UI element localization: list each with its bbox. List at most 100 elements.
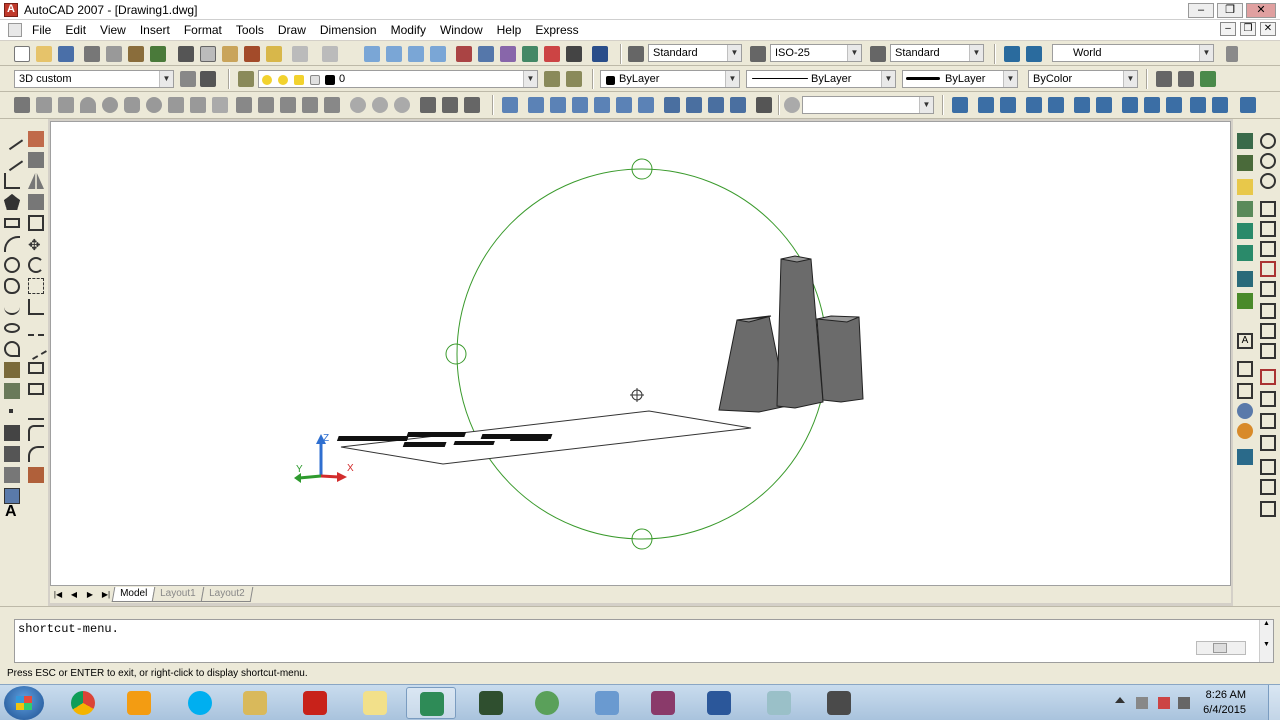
design-center-icon[interactable] xyxy=(478,46,494,62)
render-icon[interactable] xyxy=(1237,271,1253,287)
fly-icon[interactable] xyxy=(1237,155,1253,171)
tab-model[interactable]: Model xyxy=(111,587,156,602)
check-icon[interactable] xyxy=(1260,501,1276,517)
layer-thaw-icon[interactable] xyxy=(278,75,288,85)
menu-draw[interactable]: Draw xyxy=(278,23,306,37)
extruded-solids[interactable] xyxy=(718,255,864,413)
light-list-icon[interactable] xyxy=(1237,201,1253,217)
menu-window[interactable]: Window xyxy=(440,23,483,37)
command-line-box[interactable]: shortcut-menu. ▲ ▼ xyxy=(14,619,1274,663)
taskbar-winrar[interactable] xyxy=(638,687,688,719)
gradient-icon[interactable] xyxy=(4,446,20,462)
ucs-icon[interactable] xyxy=(1004,46,1020,62)
named-views-icon[interactable] xyxy=(502,97,518,113)
rotate-icon[interactable] xyxy=(28,257,44,273)
rotate-faces-icon[interactable] xyxy=(1260,281,1276,297)
plot-icon[interactable] xyxy=(84,46,100,62)
layer-plot-icon[interactable] xyxy=(325,75,335,85)
region-icon[interactable] xyxy=(4,467,20,483)
layer-previous-icon[interactable] xyxy=(566,71,582,87)
dimension-text-icon[interactable]: A xyxy=(1237,333,1253,349)
ucs-3point-icon[interactable] xyxy=(1122,97,1138,113)
menu-format[interactable]: Format xyxy=(184,23,222,37)
taskbar-maps[interactable] xyxy=(522,687,572,719)
fillet-icon[interactable] xyxy=(28,446,44,462)
taskbar-word[interactable] xyxy=(694,687,744,719)
named-view-select[interactable]: ▼ xyxy=(802,96,934,114)
revolve-icon[interactable] xyxy=(302,97,318,113)
my-workspace-icon[interactable] xyxy=(200,71,216,87)
workspace-settings-icon[interactable] xyxy=(180,71,196,87)
menu-express[interactable]: Express xyxy=(535,23,578,37)
3d-rotate-icon[interactable] xyxy=(442,97,458,113)
drawing-area[interactable]: Z Y X xyxy=(50,121,1231,586)
offset-faces-icon[interactable] xyxy=(1260,241,1276,257)
taskbar-photo[interactable] xyxy=(582,687,632,719)
taskbar-terminal[interactable] xyxy=(466,687,516,719)
calculator-icon[interactable] xyxy=(566,46,582,62)
cylinder-icon[interactable] xyxy=(124,97,140,113)
doc-close-button[interactable]: ✕ xyxy=(1260,22,1276,36)
mapping-icon[interactable] xyxy=(1237,245,1253,261)
box-icon[interactable] xyxy=(36,97,52,113)
ucs-x-icon[interactable] xyxy=(1144,97,1160,113)
3d-box-icon[interactable] xyxy=(1237,361,1253,377)
new-icon[interactable] xyxy=(14,46,30,62)
minimize-button[interactable]: – xyxy=(1188,3,1214,18)
loft-icon[interactable] xyxy=(324,97,340,113)
materials-icon[interactable] xyxy=(1237,223,1253,239)
taskbar-installer[interactable] xyxy=(814,687,864,719)
paste-icon[interactable] xyxy=(222,46,238,62)
polysolid-icon[interactable] xyxy=(14,97,30,113)
extend-icon[interactable] xyxy=(25,338,47,360)
ucs-zaxis-icon[interactable] xyxy=(1096,97,1112,113)
ucs-manager-icon[interactable] xyxy=(1240,97,1256,113)
zoom-window-icon[interactable] xyxy=(408,46,424,62)
left-view-icon[interactable] xyxy=(572,97,588,113)
ucs-view-icon[interactable] xyxy=(1048,97,1064,113)
menu-file[interactable]: File xyxy=(32,23,51,37)
camera-icon[interactable] xyxy=(756,97,772,113)
doc-minimize-button[interactable]: – xyxy=(1220,22,1236,36)
free-orbit-icon[interactable] xyxy=(1178,71,1194,87)
multiline-text-icon[interactable]: A xyxy=(5,503,21,520)
break-icon[interactable] xyxy=(28,383,44,395)
taskbar-chrome[interactable] xyxy=(58,687,108,719)
match-properties-icon[interactable] xyxy=(244,46,260,62)
tab-layout2[interactable]: Layout2 xyxy=(200,587,253,602)
3d-orbit-icon[interactable] xyxy=(1156,71,1172,87)
3d-move-icon[interactable] xyxy=(420,97,436,113)
wedge-icon[interactable] xyxy=(58,97,74,113)
ucs-origin-icon[interactable] xyxy=(1074,97,1090,113)
menu-tools[interactable]: Tools xyxy=(236,23,264,37)
ucs-world-icon[interactable] xyxy=(952,97,968,113)
helix-icon[interactable] xyxy=(190,97,206,113)
taskbar-acrobat[interactable] xyxy=(290,687,340,719)
explode-icon[interactable] xyxy=(28,467,44,483)
make-block-icon[interactable] xyxy=(4,383,20,399)
doc-restore-button[interactable]: ❐ xyxy=(1240,22,1256,36)
torus-icon[interactable] xyxy=(146,97,162,113)
layer-properties-icon[interactable] xyxy=(238,71,254,87)
copy-edges-icon[interactable] xyxy=(1260,369,1276,385)
visual-style-icon[interactable] xyxy=(1237,403,1253,419)
front-view-icon[interactable] xyxy=(616,97,632,113)
move-icon[interactable]: ✥ xyxy=(28,236,44,254)
taskbar-explorer[interactable] xyxy=(230,687,280,719)
subtract-solid-icon[interactable] xyxy=(1260,153,1276,169)
intersect-solid-icon[interactable] xyxy=(1260,173,1276,189)
sweep-icon[interactable] xyxy=(280,97,296,113)
layer-on-icon[interactable] xyxy=(262,75,272,85)
named-ucs-icon[interactable] xyxy=(1026,46,1042,62)
join-icon[interactable] xyxy=(28,404,44,420)
undo-icon[interactable] xyxy=(292,46,308,62)
properties-icon[interactable] xyxy=(456,46,472,62)
revision-cloud-icon[interactable] xyxy=(4,278,20,294)
menu-modify[interactable]: Modify xyxy=(391,23,426,37)
dim-style-select[interactable]: ISO-25 ▼ xyxy=(770,44,862,62)
bottom-view-icon[interactable] xyxy=(550,97,566,113)
clock-date[interactable]: 6/4/2015 xyxy=(1203,704,1246,716)
workspace-select[interactable]: 3D custom ▼ xyxy=(14,70,174,88)
tab-layout1[interactable]: Layout1 xyxy=(151,587,205,602)
next-tab-icon[interactable]: ▶ xyxy=(82,588,98,602)
